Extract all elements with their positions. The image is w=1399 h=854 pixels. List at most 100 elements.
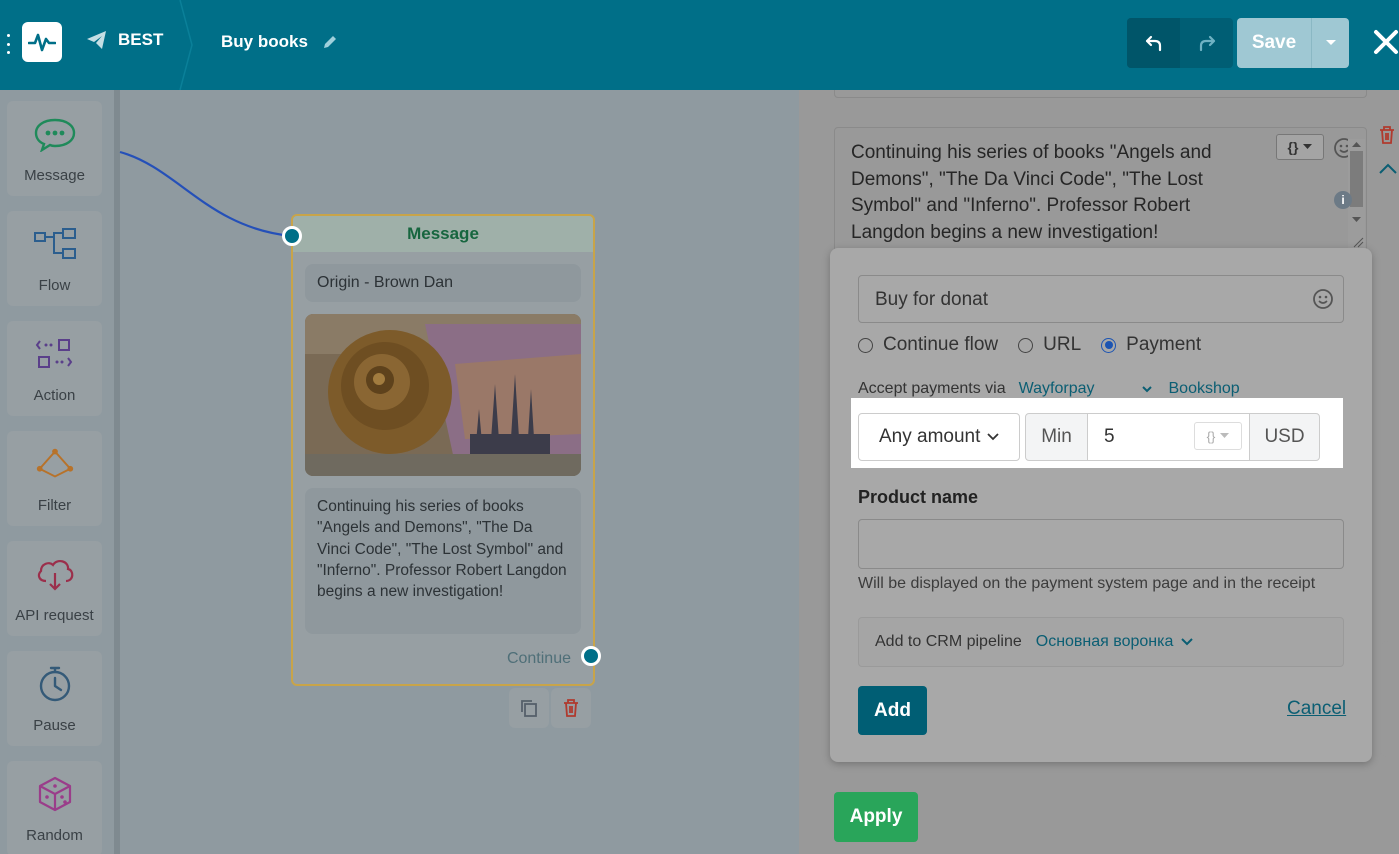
chevron-down-icon	[1181, 638, 1194, 646]
apply-button[interactable]: Apply	[834, 792, 918, 842]
chats-tab[interactable]	[1380, 641, 1399, 757]
save-split-button: Save	[1237, 18, 1349, 68]
delete-node-button[interactable]	[551, 688, 591, 728]
delete-block-icon[interactable]	[1378, 125, 1396, 145]
node-output-port[interactable]	[581, 646, 601, 666]
radio-circle	[1018, 337, 1034, 353]
save-button[interactable]: Save	[1237, 18, 1311, 68]
radio-label: Payment	[1126, 334, 1202, 355]
redo-button[interactable]	[1180, 18, 1233, 68]
sidebar-item-label: Flow	[38, 277, 71, 294]
button-action-radios: Continue flow URL Payment	[858, 334, 1201, 356]
sidebar-item-label: API request	[15, 607, 94, 624]
radio-payment[interactable]: Payment	[1101, 334, 1201, 356]
trash-icon	[564, 699, 578, 717]
sidebar-item-label: Random	[26, 827, 83, 844]
emoji-icon[interactable]	[1312, 288, 1334, 310]
close-icon[interactable]	[1372, 28, 1399, 56]
sidebar-item-filter[interactable]: Filter	[7, 431, 102, 526]
amount-type-value: Any amount	[879, 426, 981, 447]
crm-pipeline-select[interactable]: Основная воронка	[1036, 633, 1194, 651]
crm-pipeline-label: Add to CRM pipeline	[875, 633, 1022, 650]
cancel-link[interactable]: Cancel	[1287, 698, 1346, 720]
sidebar-item-pause[interactable]: Pause	[7, 651, 102, 746]
sidebar-item-label: Action	[33, 387, 76, 404]
save-options-button[interactable]	[1311, 18, 1349, 68]
pulse-icon	[28, 33, 56, 52]
message-text-value: Continuing his series of books "Angels a…	[851, 142, 1212, 243]
node-input-port[interactable]	[282, 226, 302, 246]
more-menu-icon[interactable]	[6, 34, 10, 54]
telegram-icon	[87, 31, 106, 49]
braces-icon: {}	[1206, 428, 1216, 444]
amount-type-select[interactable]: Any amount	[858, 413, 1020, 461]
continue-label: Continue	[506, 650, 571, 667]
product-name-hint: Will be displayed on the payment system …	[858, 575, 1316, 592]
flow-icon	[33, 228, 76, 259]
sidebar-item-action[interactable]: Action	[7, 321, 102, 416]
top-bar: BEST Buy books Save	[0, 0, 1399, 90]
product-name-input[interactable]	[858, 519, 1344, 569]
info-icon[interactable]: i	[1334, 191, 1352, 209]
amount-variable-button[interactable]: {}	[1194, 422, 1242, 450]
currency-label: USD	[1249, 413, 1320, 461]
history-controls	[1127, 18, 1233, 68]
sidebar-item-label: Filter	[37, 497, 72, 514]
radio-circle-selected	[1101, 337, 1117, 353]
payment-provider-row: Accept payments via Wayforpay Bookshop	[858, 380, 1240, 398]
undo-button[interactable]	[1127, 18, 1180, 68]
book-cover-image	[305, 314, 581, 476]
braces-icon: {}	[1287, 139, 1299, 155]
sidebar-item-message[interactable]: Message	[7, 101, 102, 196]
sidebar-item-api-request[interactable]: API request	[7, 541, 102, 636]
dice-icon	[38, 776, 71, 812]
node-image	[305, 314, 581, 476]
sidebar-item-random[interactable]: Random	[7, 761, 102, 854]
radio-url[interactable]: URL	[1018, 334, 1081, 356]
bot-name: BEST	[118, 30, 164, 49]
chevron-up-icon[interactable]	[1378, 162, 1398, 176]
textarea-scrollbar[interactable]	[1348, 139, 1365, 249]
chat-bubble-icon	[34, 118, 75, 152]
message-node[interactable]: Message Origin - Brown Dan Continuing hi…	[291, 214, 595, 686]
radio-circle	[858, 337, 873, 353]
api-cloud-icon	[37, 559, 73, 591]
radio-label: URL	[1043, 334, 1082, 355]
pencil-icon[interactable]	[322, 34, 338, 50]
node-origin-text: Origin - Brown Dan	[305, 264, 581, 302]
sidebar-item-label: Message	[24, 167, 85, 184]
accept-payments-label: Accept payments via	[858, 380, 1006, 397]
shop-link[interactable]: Bookshop	[1169, 380, 1240, 398]
connection-line	[119, 150, 293, 238]
flow-name: Buy books	[221, 32, 308, 51]
flow-title[interactable]: Buy books	[221, 32, 338, 52]
filter-icon	[36, 448, 73, 478]
bot-breadcrumb[interactable]: BEST	[86, 30, 163, 50]
product-name-label: Product name	[858, 487, 979, 507]
caret-down-icon	[1325, 40, 1336, 45]
copy-icon	[521, 700, 537, 717]
node-message-text: Continuing his series of books "Angels a…	[305, 488, 581, 634]
sidebar-item-flow[interactable]: Flow	[7, 211, 102, 306]
payment-provider-link[interactable]: Wayforpay	[1019, 380, 1095, 398]
caret-down-icon	[1303, 144, 1313, 149]
duplicate-node-button[interactable]	[509, 688, 549, 728]
caret-down-icon	[1220, 433, 1230, 438]
crm-pipeline-row: Add to CRM pipeline Основная воронка	[858, 617, 1344, 667]
node-title: Message	[293, 216, 593, 252]
button-text-input[interactable]: Buy for donat	[858, 275, 1344, 323]
radio-label: Continue flow	[883, 334, 999, 355]
crm-pipeline-value: Основная воронка	[1035, 633, 1174, 650]
breadcrumb-separator	[179, 0, 193, 90]
insert-variable-button[interactable]: {}	[1276, 134, 1324, 160]
chevron-down-icon[interactable]	[1141, 383, 1153, 395]
previous-field[interactable]	[834, 90, 1367, 98]
add-button[interactable]: Add	[858, 686, 927, 735]
sidebar-item-label: Pause	[33, 717, 76, 734]
redo-icon	[1199, 35, 1215, 52]
undo-icon	[1145, 35, 1161, 52]
radio-continue-flow[interactable]: Continue flow	[858, 334, 998, 356]
app-logo[interactable]	[22, 22, 62, 62]
chevron-down-icon	[987, 433, 999, 441]
timer-icon	[39, 666, 70, 702]
